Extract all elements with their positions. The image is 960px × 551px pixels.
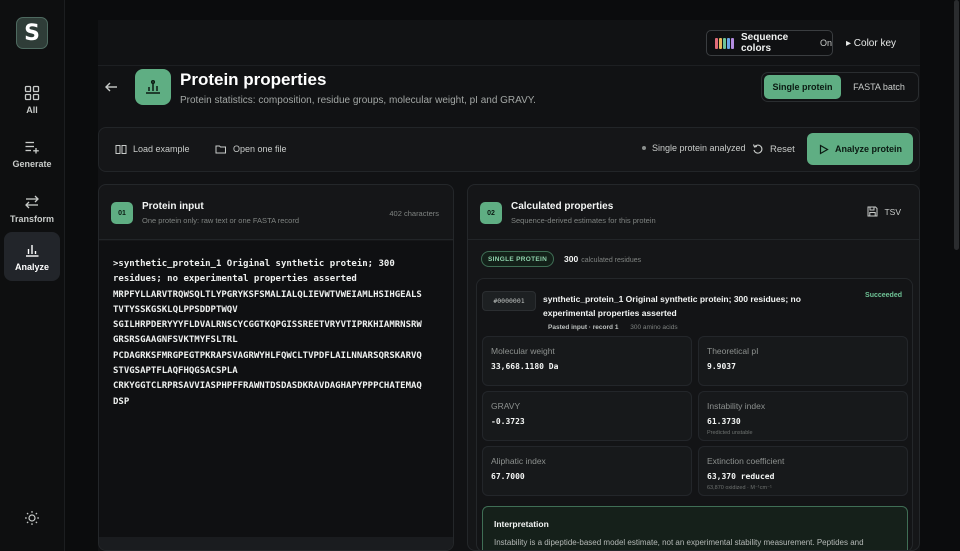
save-icon <box>867 206 878 217</box>
back-arrow-icon[interactable] <box>104 80 118 94</box>
mode-switch: Single protein FASTA batch <box>761 72 919 102</box>
metric-label: Instability index <box>707 401 766 411</box>
metric-note: Predicted unstable <box>707 430 753 436</box>
open-file-label: Open one file <box>233 144 287 154</box>
metric-instability-index: Instability index 61.3730 Predicted unst… <box>698 391 908 441</box>
metric-label: Aliphatic index <box>491 456 546 466</box>
topbar-divider <box>98 65 920 66</box>
page-subtitle: Protein statistics: composition, residue… <box>180 95 536 106</box>
record-status: Succeeded <box>865 292 902 299</box>
protein-input-panel: 01 Protein input One protein only: raw t… <box>98 184 454 551</box>
export-tsv-button[interactable]: TSV <box>867 206 901 217</box>
sidebar-item-label: Generate <box>12 159 52 169</box>
metric-aliphatic-index: Aliphatic index 67.7000 <box>482 446 692 496</box>
sidebar-item-label: All <box>26 105 38 115</box>
reset-icon <box>752 144 763 154</box>
open-file-button[interactable]: Open one file <box>215 143 287 155</box>
residue-count-label: calculated residues <box>581 257 642 264</box>
page-title: Protein properties <box>180 70 327 89</box>
panel-subtitle: Sequence-derived estimates for this prot… <box>511 216 656 225</box>
sidebar: S All Generate Transform Analyze <box>0 0 65 551</box>
metric-value: 61.3730 <box>707 417 741 426</box>
mode-badge: SINGLE PROTEIN <box>481 251 555 267</box>
analyze-protein-button[interactable]: Analyze protein <box>807 133 913 165</box>
protein-properties-icon <box>135 69 171 105</box>
interpretation-title: Interpretation <box>494 519 549 529</box>
sidebar-item-label: Analyze <box>14 261 49 272</box>
metric-molecular-weight: Molecular weight 33,668.1180 Da <box>482 336 692 386</box>
status-dot-icon <box>642 146 646 150</box>
interpretation-box: Interpretation Instability is a dipeptid… <box>482 506 908 550</box>
interpretation-text: Instability is a dipeptide-based model e… <box>494 538 864 547</box>
record-length: 300 amino acids <box>630 324 678 331</box>
metric-label: Theoretical pI <box>707 346 759 356</box>
book-icon <box>115 145 127 154</box>
load-example-button[interactable]: Load example <box>115 143 190 155</box>
panel-subtitle: One protein only: raw text or one FASTA … <box>142 216 300 225</box>
arrows-swap-icon <box>25 195 39 209</box>
input-footer <box>99 537 453 550</box>
single-protein-mode-button[interactable]: Single protein <box>764 75 841 99</box>
record-title: synthetic_protein_1 Original synthetic p… <box>543 294 801 318</box>
fasta-batch-mode-button[interactable]: FASTA batch <box>845 75 913 99</box>
analysis-status: Single protein analyzed <box>642 143 746 153</box>
grid-icon <box>24 85 40 101</box>
metric-value: 33,668.1180 Da <box>491 362 559 371</box>
bar-chart-icon <box>26 244 39 257</box>
page-scrollbar[interactable] <box>954 0 959 250</box>
record-card: #0000001 synthetic_protein_1 Original sy… <box>476 278 913 550</box>
metric-gravy: GRAVY -0.3723 <box>482 391 692 441</box>
record-source: Pasted input · record 1 <box>548 324 619 331</box>
metric-value: -0.3723 <box>491 417 525 426</box>
metric-value: 63,370 reduced <box>707 472 775 481</box>
panel-title: Protein input <box>142 201 204 212</box>
load-example-label: Load example <box>133 144 190 154</box>
sequence-colors-label: Sequence colors <box>741 32 789 54</box>
sequence-input[interactable]: >synthetic_protein_1 Original synthetic … <box>99 241 453 537</box>
residue-count: 300 calculated residues <box>564 254 641 264</box>
panel-title: Calculated properties <box>511 201 614 212</box>
color-key-toggle[interactable]: ▸ Color key <box>846 38 896 49</box>
metric-value: 67.7000 <box>491 472 525 481</box>
sun-icon[interactable] <box>24 510 40 526</box>
analysis-status-text: Single protein analyzed <box>652 143 746 153</box>
analyze-protein-label: Analyze protein <box>834 144 902 154</box>
sequence-text: >synthetic_protein_1 Original synthetic … <box>113 259 422 407</box>
metric-value: 9.9037 <box>707 362 736 371</box>
step-badge: 02 <box>480 202 502 224</box>
metric-note: 63,870 oxidized · M⁻¹cm⁻¹ <box>707 485 772 491</box>
calculated-properties-panel: 02 Calculated properties Sequence-derive… <box>467 184 920 551</box>
export-tsv-label: TSV <box>884 206 901 217</box>
record-id: #0000001 <box>482 291 536 311</box>
metric-theoretical-pi: Theoretical pI 9.9037 <box>698 336 908 386</box>
sidebar-item-generate[interactable]: Generate <box>4 130 60 178</box>
record-meta: Pasted input · record 1 300 amino acids <box>548 324 678 331</box>
list-plus-icon <box>25 141 39 154</box>
panel-header: 02 Calculated properties Sequence-derive… <box>468 185 919 240</box>
reset-label: Reset <box>770 143 795 155</box>
folder-open-icon <box>215 145 226 154</box>
panel-header: 01 Protein input One protein only: raw t… <box>99 185 453 240</box>
sidebar-item-label: Transform <box>9 214 54 224</box>
app-logo[interactable]: S <box>16 17 48 49</box>
step-badge: 01 <box>111 202 133 224</box>
metric-label: Molecular weight <box>491 346 555 356</box>
sidebar-item-all[interactable]: All <box>4 76 60 124</box>
residue-count-value: 300 <box>564 254 579 264</box>
reset-button[interactable]: Reset <box>752 143 795 155</box>
sidebar-item-transform[interactable]: Transform <box>4 185 60 233</box>
sidebar-item-analyze[interactable]: Analyze <box>4 232 60 281</box>
play-icon <box>819 143 829 155</box>
metric-label: Extinction coefficient <box>707 456 785 466</box>
character-count: 402 characters <box>389 209 439 218</box>
toolbar: Load example Open one file Single protei… <box>98 127 920 172</box>
palette-icon <box>715 37 734 49</box>
metric-label: GRAVY <box>491 401 521 411</box>
metric-extinction-coefficient: Extinction coefficient 63,370 reduced 63… <box>698 446 908 496</box>
sequence-colors-toggle[interactable]: Sequence colors On <box>706 30 833 56</box>
sequence-colors-state: On <box>819 38 832 48</box>
